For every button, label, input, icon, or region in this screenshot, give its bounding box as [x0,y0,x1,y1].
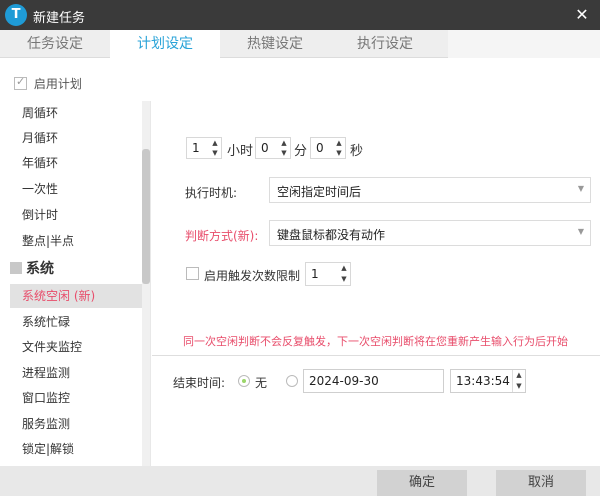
sidebar-group-label: 系统 [26,261,54,277]
tab-plan-settings[interactable]: 计划设定 [110,30,220,59]
execute-timing-label: 执行时机: [185,186,238,200]
end-time-up-arrow-icon[interactable]: ▲ [513,370,525,381]
chevron-down-icon: ▼ [577,184,584,193]
minutes-unit: 分 [294,144,308,159]
cancel-button[interactable]: 取消 [496,470,586,496]
hours-up-arrow-icon[interactable]: ▲ [209,138,221,148]
plan-type-sidebar: 周循环 月循环 年循环 一次性 倒计时 整点|半点 系统 系统空闲 (新) 系统… [0,101,151,466]
window-title: 新建任务 [33,11,86,26]
section-divider [152,355,600,356]
seconds-value: 0 [316,141,324,155]
trigger-limit-checkbox[interactable] [186,267,199,280]
end-date-input[interactable]: 2024-09-30 [303,369,444,393]
tab-execute-settings[interactable]: 执行设定 [330,30,440,58]
end-date-value: 2024-09-30 [309,374,379,388]
hours-spinner[interactable]: 1 ▲ ▼ [186,137,222,159]
sidebar-item-once[interactable]: 一次性 [10,177,142,201]
seconds-down-arrow-icon[interactable]: ▼ [333,148,345,158]
sidebar-item-system-busy[interactable]: 系统忙碌 [10,310,142,334]
enable-plan-label: 启用计划 [33,77,82,91]
sidebar-item-process-monitor[interactable]: 进程监测 [10,361,142,385]
close-button[interactable]: ✕ [572,5,592,25]
sidebar-item-service-monitor[interactable]: 服务监测 [10,412,142,436]
close-icon: ✕ [575,5,589,24]
end-time-value: 13:43:54 [456,374,510,388]
enable-plan-row[interactable]: 启用计划 [14,75,82,91]
judge-mode-select[interactable]: 键盘鼠标都没有动作 ▼ [269,220,591,246]
sidebar-scrollbar-thumb[interactable] [142,149,150,284]
sidebar-item-window-monitor[interactable]: 窗口监控 [10,386,142,410]
ok-button[interactable]: 确定 [377,470,467,496]
trigger-limit-spinner[interactable]: 1 ▲ ▼ [305,262,351,286]
judge-mode-value: 键盘鼠标都没有动作 [277,228,386,242]
sidebar-item-countdown[interactable]: 倒计时 [10,203,142,227]
end-time-label: 结束时间: [173,376,226,390]
trigger-limit-down-arrow-icon[interactable]: ▼ [338,274,350,285]
dialog-footer: 确定 取消 [0,466,600,496]
minutes-up-arrow-icon[interactable]: ▲ [278,138,290,148]
end-time-none-label: 无 [255,376,268,390]
sidebar-group-system: 系统 [10,256,54,282]
sidebar-item-hourly[interactable]: 整点|半点 [10,229,142,253]
tab-bar: 任务设定 计划设定 热键设定 执行设定 [0,30,600,59]
minutes-spinner[interactable]: 0 ▲ ▼ [255,137,291,159]
tab-hotkey-settings[interactable]: 热键设定 [220,30,330,58]
hours-down-arrow-icon[interactable]: ▼ [209,148,221,158]
chevron-down-icon: ▼ [577,227,584,236]
execute-timing-value: 空闲指定时间后 [277,185,362,199]
sidebar-item-monthly[interactable]: 月循环 [10,126,142,150]
sidebar-item-system-idle[interactable]: 系统空闲 (新) [10,284,142,308]
end-time-input[interactable]: 13:43:54 ▲ ▼ [450,369,526,393]
seconds-spinner[interactable]: 0 ▲ ▼ [310,137,346,159]
idle-notice-text: 同一次空闲判断不会反复触发，下一次空闲判断将在您重新产生输入行为后开始 [183,335,568,348]
app-logo-icon: T [5,4,27,26]
title-bar: T 新建任务 ✕ [0,0,600,30]
trigger-limit-up-arrow-icon[interactable]: ▲ [338,263,350,274]
end-time-date-radio[interactable] [286,375,298,387]
trigger-limit-label: 启用触发次数限制 [204,269,301,283]
hours-value: 1 [192,141,200,155]
enable-plan-checkbox[interactable] [14,75,27,90]
judge-mode-label: 判断方式(新): [185,229,259,243]
sidebar-item-weekly[interactable]: 周循环 [10,101,142,125]
sidebar-item-yearly[interactable]: 年循环 [10,151,142,175]
tab-task-settings[interactable]: 任务设定 [0,30,110,58]
end-time-down-arrow-icon[interactable]: ▼ [513,381,525,392]
tab-bar-filler [448,30,600,58]
trigger-limit-value: 1 [311,267,319,281]
end-time-none-radio[interactable] [238,375,250,387]
hours-unit: 小时 [227,144,254,159]
minutes-value: 0 [261,141,269,155]
seconds-unit: 秒 [350,144,364,159]
seconds-up-arrow-icon[interactable]: ▲ [333,138,345,148]
sidebar-item-folder-monitor[interactable]: 文件夹监控 [10,335,142,359]
execute-timing-select[interactable]: 空闲指定时间后 ▼ [269,177,591,203]
group-square-icon [10,262,22,274]
sidebar-item-lock-unlock[interactable]: 锁定|解锁 [10,437,142,461]
minutes-down-arrow-icon[interactable]: ▼ [278,148,290,158]
